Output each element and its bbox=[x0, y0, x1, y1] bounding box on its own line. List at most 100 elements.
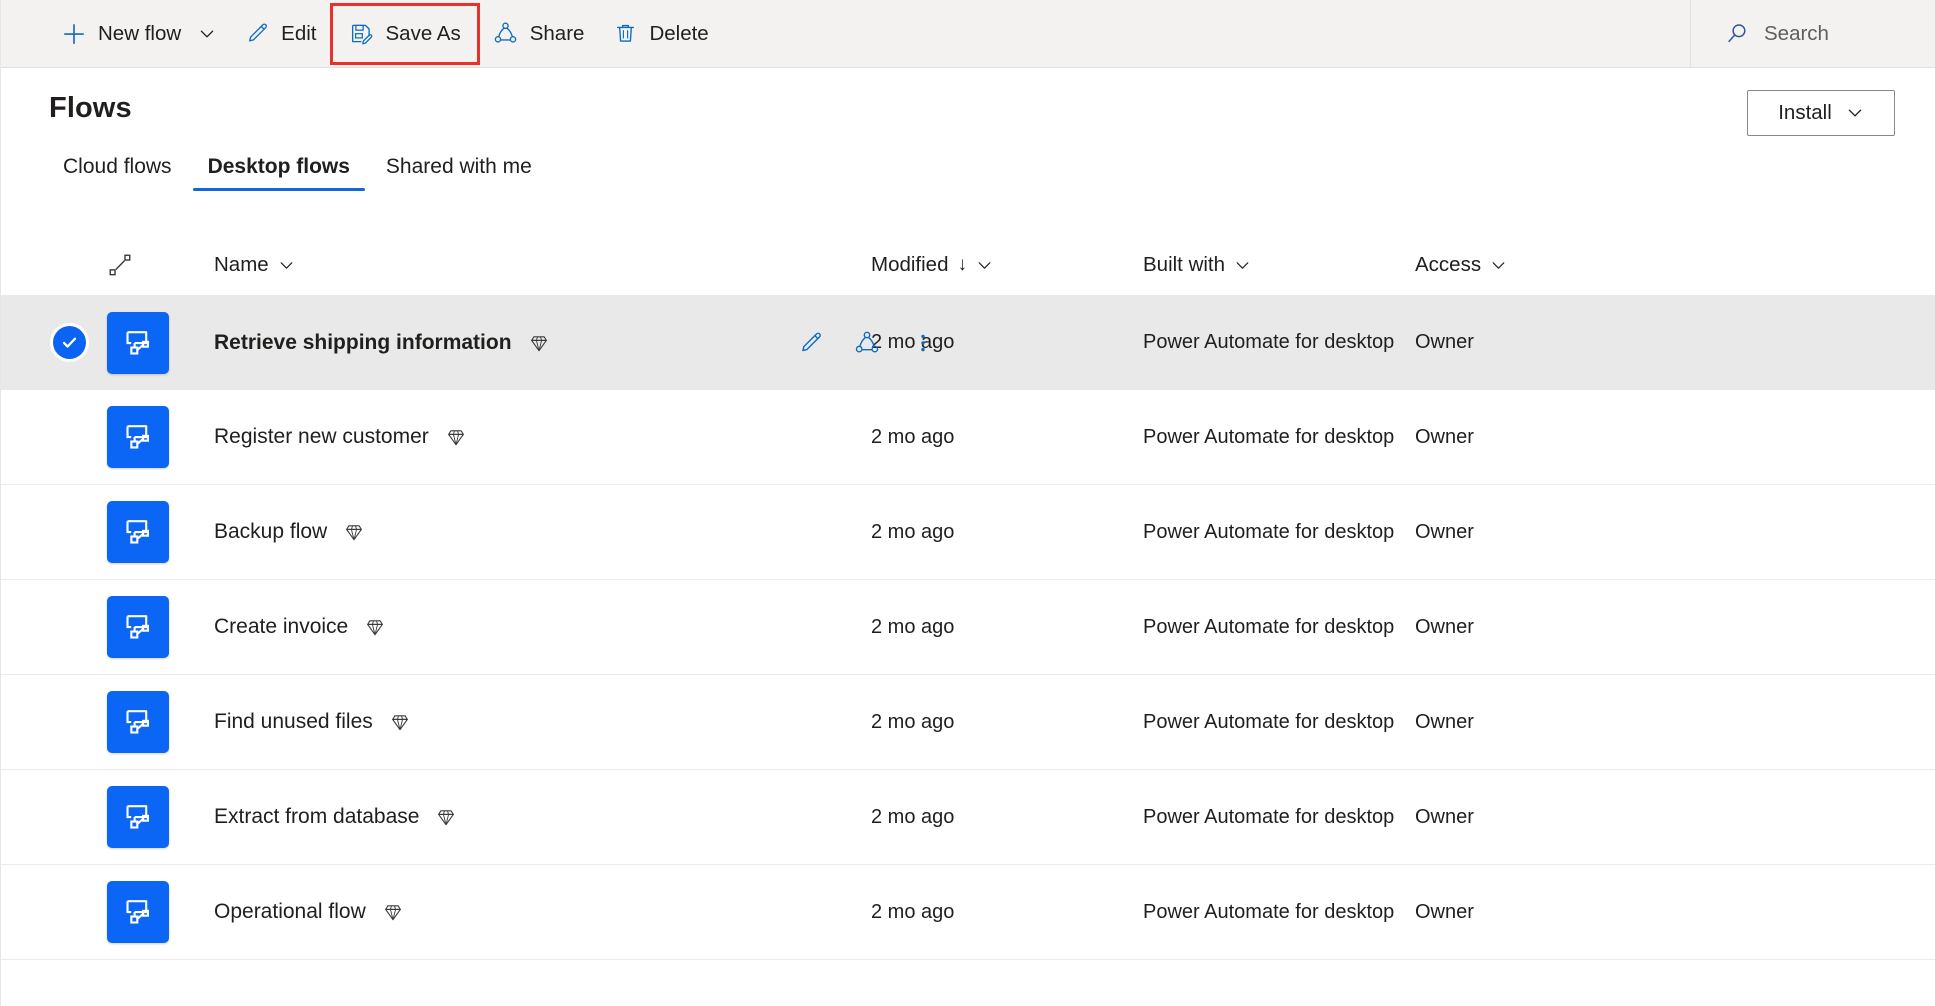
row-checkbox[interactable] bbox=[45, 326, 93, 359]
column-header-access[interactable]: Access bbox=[1415, 253, 1507, 277]
tab-desktop-flows[interactable]: Desktop flows bbox=[190, 155, 368, 191]
chevron-down-icon bbox=[1846, 104, 1864, 122]
row-flow-icon-cell bbox=[107, 406, 171, 468]
table-row[interactable]: Create invoice 2 mo ago Power Automate f… bbox=[1, 580, 1935, 675]
built-with-value: Power Automate for desktop bbox=[1143, 520, 1395, 543]
flow-name: Register new customer bbox=[214, 425, 429, 448]
access-value: Owner bbox=[1415, 710, 1474, 733]
built-with-value: Power Automate for desktop bbox=[1143, 331, 1395, 353]
header-flow-type-icon-cell bbox=[107, 252, 171, 278]
row-name-cell[interactable]: Retrieve shipping information bbox=[171, 331, 871, 355]
desktop-flow-icon bbox=[107, 406, 169, 468]
premium-diamond-icon bbox=[364, 616, 386, 638]
new-flow-button[interactable]: New flow bbox=[47, 11, 230, 57]
search-placeholder: Search bbox=[1764, 21, 1829, 45]
row-access-cell: Owner bbox=[1415, 426, 1935, 449]
edit-button[interactable]: Edit bbox=[230, 11, 330, 57]
search-input[interactable]: Search bbox=[1725, 21, 1829, 46]
desktop-flow-icon bbox=[107, 596, 169, 658]
flow-name: Create invoice bbox=[214, 615, 349, 638]
row-name-cell[interactable]: Extract from database bbox=[171, 805, 871, 829]
built-with-value: Power Automate for desktop bbox=[1143, 805, 1395, 828]
desktop-flow-icon bbox=[107, 691, 169, 753]
tab-cloud-flows[interactable]: Cloud flows bbox=[45, 155, 190, 191]
row-action-buttons bbox=[796, 328, 938, 358]
row-built-with-cell: Power Automate for desktop bbox=[1143, 331, 1415, 354]
share-label: Share bbox=[529, 21, 585, 45]
row-access-cell: Owner bbox=[1415, 806, 1935, 829]
column-header-built-with[interactable]: Built with bbox=[1143, 253, 1251, 277]
table-row[interactable]: Find unused files 2 mo ago Power Automat… bbox=[1, 675, 1935, 770]
row-name-cell[interactable]: Operational flow bbox=[171, 900, 871, 924]
row-access-cell: Owner bbox=[1415, 521, 1935, 544]
row-flow-icon-cell bbox=[107, 691, 171, 753]
modified-value: 2 mo ago bbox=[871, 520, 955, 543]
flow-name: Retrieve shipping information bbox=[214, 330, 512, 354]
row-built-with-cell: Power Automate for desktop bbox=[1143, 806, 1415, 829]
share-icon bbox=[493, 21, 519, 47]
table-header-row: Name Modified ↓ Built with Access bbox=[1, 235, 1935, 295]
row-more-icon[interactable] bbox=[908, 328, 938, 358]
built-with-value: Power Automate for desktop bbox=[1143, 615, 1395, 638]
chevron-down-icon bbox=[976, 257, 993, 274]
row-name-cell[interactable]: Create invoice bbox=[171, 615, 871, 639]
row-modified-cell: 2 mo ago bbox=[871, 616, 1143, 639]
row-built-with-cell: Power Automate for desktop bbox=[1143, 521, 1415, 544]
row-flow-icon-cell bbox=[107, 786, 171, 848]
access-value: Owner bbox=[1415, 805, 1474, 828]
column-header-name[interactable]: Name bbox=[214, 253, 295, 277]
header-modified-cell: Modified ↓ bbox=[871, 253, 1143, 277]
row-built-with-cell: Power Automate for desktop bbox=[1143, 616, 1415, 639]
row-edit-icon[interactable] bbox=[796, 328, 826, 358]
row-share-icon[interactable] bbox=[852, 328, 882, 358]
premium-diamond-icon bbox=[343, 521, 365, 543]
flow-name: Extract from database bbox=[214, 805, 420, 828]
install-button[interactable]: Install bbox=[1747, 90, 1895, 136]
header-built-with-cell: Built with bbox=[1143, 253, 1415, 277]
flow-name: Backup flow bbox=[214, 520, 328, 543]
modified-value: 2 mo ago bbox=[871, 710, 955, 733]
row-flow-icon-cell bbox=[107, 311, 171, 374]
save-as-button[interactable]: Save As bbox=[329, 2, 480, 65]
column-header-modified-label: Modified bbox=[871, 253, 949, 276]
column-header-name-label: Name bbox=[214, 253, 269, 276]
flows-page: New flow Edit Save As Share Delete Searc… bbox=[0, 0, 1935, 1006]
row-name-cell[interactable]: Find unused files bbox=[171, 710, 871, 734]
table-row[interactable]: Retrieve shipping information 2 mo ago P… bbox=[1, 295, 1935, 390]
delete-button[interactable]: Delete bbox=[598, 11, 722, 57]
premium-diamond-icon bbox=[528, 332, 550, 354]
save-as-icon bbox=[349, 21, 375, 47]
row-access-cell: Owner bbox=[1415, 901, 1935, 924]
row-modified-cell: 2 mo ago bbox=[871, 426, 1143, 449]
table-row[interactable]: Backup flow 2 mo ago Power Automate for … bbox=[1, 485, 1935, 580]
row-modified-cell: 2 mo ago bbox=[871, 711, 1143, 734]
row-name-cell[interactable]: Register new customer bbox=[171, 425, 871, 449]
share-button[interactable]: Share bbox=[479, 11, 599, 57]
checkmark-icon bbox=[52, 326, 86, 359]
row-modified-cell: 2 mo ago bbox=[871, 806, 1143, 829]
modified-value: 2 mo ago bbox=[871, 425, 955, 448]
search-icon bbox=[1725, 21, 1750, 46]
flows-table: Name Modified ↓ Built with Access Retrie… bbox=[1, 235, 1935, 960]
row-flow-icon-cell bbox=[107, 501, 171, 563]
column-header-modified[interactable]: Modified ↓ bbox=[871, 253, 993, 277]
table-row[interactable]: Extract from database 2 mo ago Power Aut… bbox=[1, 770, 1935, 865]
row-access-cell: Owner bbox=[1415, 711, 1935, 734]
page-header: Flows Install bbox=[1, 68, 1935, 136]
desktop-flow-icon bbox=[107, 501, 169, 563]
modified-value: 2 mo ago bbox=[871, 805, 955, 828]
access-value: Owner bbox=[1415, 900, 1474, 923]
save-as-label: Save As bbox=[385, 21, 461, 45]
premium-diamond-icon bbox=[435, 806, 457, 828]
flow-name: Operational flow bbox=[214, 900, 366, 923]
table-row[interactable]: Operational flow 2 mo ago Power Automate… bbox=[1, 865, 1935, 960]
new-flow-label: New flow bbox=[98, 21, 182, 45]
access-value: Owner bbox=[1415, 520, 1474, 543]
tab-shared-with-me[interactable]: Shared with me bbox=[368, 155, 550, 191]
column-header-access-label: Access bbox=[1415, 253, 1482, 276]
built-with-value: Power Automate for desktop bbox=[1143, 710, 1395, 733]
row-name-cell[interactable]: Backup flow bbox=[171, 520, 871, 544]
page-title: Flows bbox=[49, 92, 132, 124]
table-row[interactable]: Register new customer 2 mo ago Power Aut… bbox=[1, 390, 1935, 485]
delete-label: Delete bbox=[649, 21, 709, 45]
